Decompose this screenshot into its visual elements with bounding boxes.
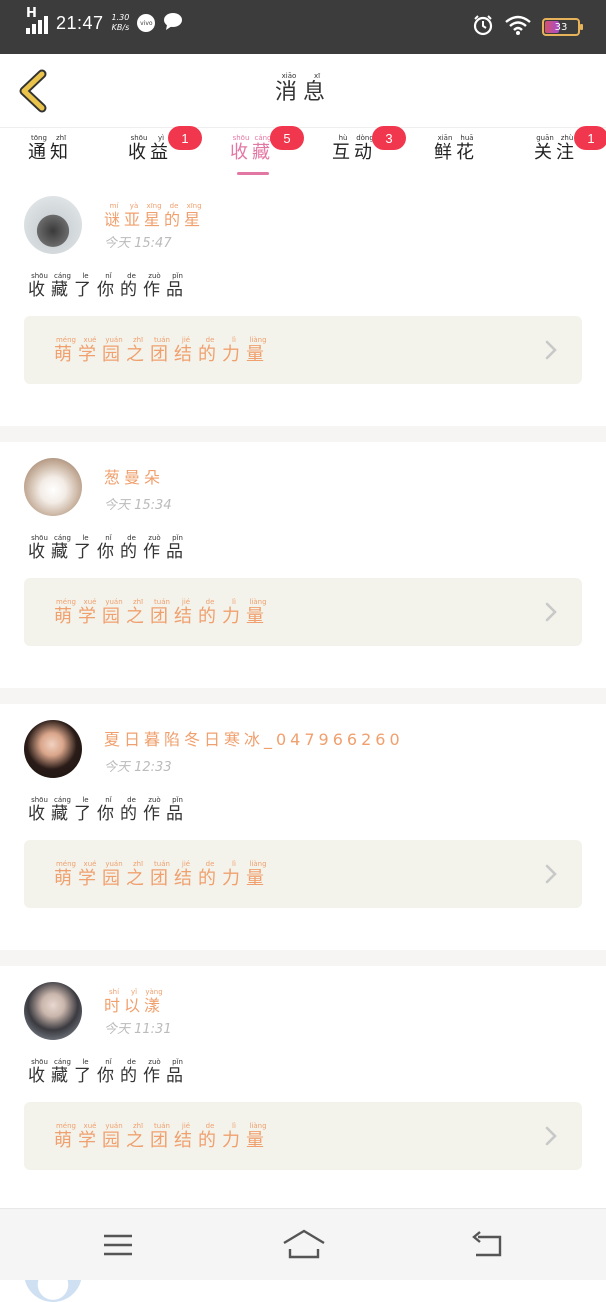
wifi-icon xyxy=(504,15,532,39)
battery-icon: 33 xyxy=(542,18,583,36)
message-item[interactable]: 葱曼朵今天 15:34 收shōu藏cáng了le你nǐ的de作zuò品pǐn 萌m… xyxy=(0,442,606,688)
username[interactable]: 时shí以yǐ漾yàng xyxy=(104,988,164,1016)
username[interactable]: 夏日暮陷冬日寒冰_047966260 xyxy=(104,726,404,750)
message-action: 收shōu藏cáng了le你nǐ的de作zuò品pǐn xyxy=(28,534,189,562)
tab-label: 关guān注zhù xyxy=(534,134,578,163)
home-icon xyxy=(283,1229,325,1259)
work-link[interactable]: 萌méng学xué园yuán之zhī团tuán结jié的de力lì量liàng xyxy=(24,1102,582,1170)
alarm-icon xyxy=(472,14,494,40)
status-bar-left: H 21:47 1.30 KB/s vivo xyxy=(26,6,183,34)
status-bar-right: 33 xyxy=(472,14,583,40)
tab-label: 互hù动dòng xyxy=(332,134,376,163)
tab-0[interactable]: 通tōng知zhī xyxy=(28,134,72,174)
tab-label: 鲜xiān花huā xyxy=(434,134,478,163)
message-action: 收shōu藏cáng了le你nǐ的de作zuò品pǐn xyxy=(28,272,189,300)
item-divider xyxy=(0,688,606,704)
vivo-icon: vivo xyxy=(137,14,156,32)
tab-5[interactable]: 关guān注zhù 1 xyxy=(534,126,606,174)
signal-icon: H xyxy=(26,6,48,34)
home-button[interactable] xyxy=(282,1227,325,1263)
network-type: H xyxy=(26,6,37,21)
status-bar: H 21:47 1.30 KB/s vivo 33 xyxy=(0,0,606,54)
tab-badge: 1 xyxy=(168,126,202,150)
clock: 21:47 xyxy=(56,12,104,33)
work-link[interactable]: 萌méng学xué园yuán之zhī团tuán结jié的de力lì量liàng xyxy=(24,578,582,646)
chevron-right-icon xyxy=(545,602,557,622)
chevron-right-icon xyxy=(545,864,557,884)
message-action: 收shōu藏cáng了le你nǐ的de作zuò品pǐn xyxy=(28,796,189,824)
network-speed: 1.30 KB/s xyxy=(112,13,130,33)
tab-2[interactable]: 收shōu藏cáng 5 xyxy=(230,126,304,174)
message-time: 今天 12:33 xyxy=(104,760,172,775)
item-divider xyxy=(0,426,606,442)
system-nav-bar xyxy=(0,1208,606,1280)
tab-4[interactable]: 鲜xiān花huā xyxy=(434,134,478,174)
tab-1[interactable]: 收shōu益yì 1 xyxy=(128,126,202,174)
tab-badge: 1 xyxy=(574,126,606,150)
tab-3[interactable]: 互hù动dòng 3 xyxy=(332,126,406,174)
back-nav-button[interactable] xyxy=(470,1227,510,1263)
avatar[interactable] xyxy=(24,982,82,1040)
battery-level: 33 xyxy=(554,21,568,33)
work-title: 萌méng学xué园yuán之zhī团tuán结jié的de力lì量liàng xyxy=(54,336,270,365)
work-title: 萌méng学xué园yuán之zhī团tuán结jié的de力lì量liàng xyxy=(54,860,270,889)
chat-bubble-icon xyxy=(163,12,183,34)
chevron-right-icon xyxy=(545,1126,557,1146)
menu-button[interactable] xyxy=(100,1227,140,1263)
item-divider xyxy=(0,950,606,966)
username[interactable]: 谜mí亚yà星xīng的de星xīng xyxy=(104,202,204,230)
page-title: 消xiāo息xī xyxy=(274,72,332,105)
message-item[interactable]: 夏日暮陷冬日寒冰_047966260 今天 12:33 收shōu藏cáng了le你… xyxy=(0,704,606,950)
tab-label: 收shōu藏cáng xyxy=(230,134,274,163)
message-feed: 谜mí亚yà星xīng的de星xīng 今天 15:47 收shōu藏cáng了le… xyxy=(0,180,606,1302)
username[interactable]: 葱曼朵 xyxy=(104,464,164,488)
network-speed-value: 1.30 xyxy=(111,13,130,22)
message-tabs: 通tōng知zhī 收shōu益yì 1 收shōu藏cáng 5 互hù动dòng 3 鲜x… xyxy=(0,126,606,180)
message-time: 今天 15:47 xyxy=(104,236,172,251)
tab-badge: 5 xyxy=(270,126,304,150)
message-item[interactable]: 时shí以yǐ漾yàng 今天 11:31 收shōu藏cáng了le你nǐ的de作… xyxy=(0,966,606,1212)
chevron-right-icon xyxy=(545,340,557,360)
message-action: 收shōu藏cáng了le你nǐ的de作zuò品pǐn xyxy=(28,1058,189,1086)
tab-label: 收shōu益yì xyxy=(128,134,172,163)
work-link[interactable]: 萌méng学xué园yuán之zhī团tuán结jié的de力lì量liàng xyxy=(24,316,582,384)
tab-badge: 3 xyxy=(372,126,406,150)
tab-label: 通tōng知zhī xyxy=(28,134,72,163)
message-item[interactable]: 谜mí亚yà星xīng的de星xīng 今天 15:47 收shōu藏cáng了le… xyxy=(0,180,606,426)
avatar[interactable] xyxy=(24,458,82,516)
app-header: 消xiāo息xī xyxy=(0,54,606,128)
back-icon xyxy=(472,1231,502,1257)
work-link[interactable]: 萌méng学xué园yuán之zhī团tuán结jié的de力lì量liàng xyxy=(24,840,582,908)
avatar[interactable] xyxy=(24,196,82,254)
message-time: 今天 11:31 xyxy=(104,1022,172,1037)
active-tab-indicator xyxy=(237,172,269,175)
work-title: 萌méng学xué园yuán之zhī团tuán结jié的de力lì量liàng xyxy=(54,598,270,627)
work-title: 萌méng学xué园yuán之zhī团tuán结jié的de力lì量liàng xyxy=(54,1122,270,1151)
message-time: 今天 15:34 xyxy=(104,498,172,513)
network-speed-unit: KB/s xyxy=(111,23,130,32)
avatar[interactable] xyxy=(24,720,82,778)
menu-icon xyxy=(104,1234,132,1256)
